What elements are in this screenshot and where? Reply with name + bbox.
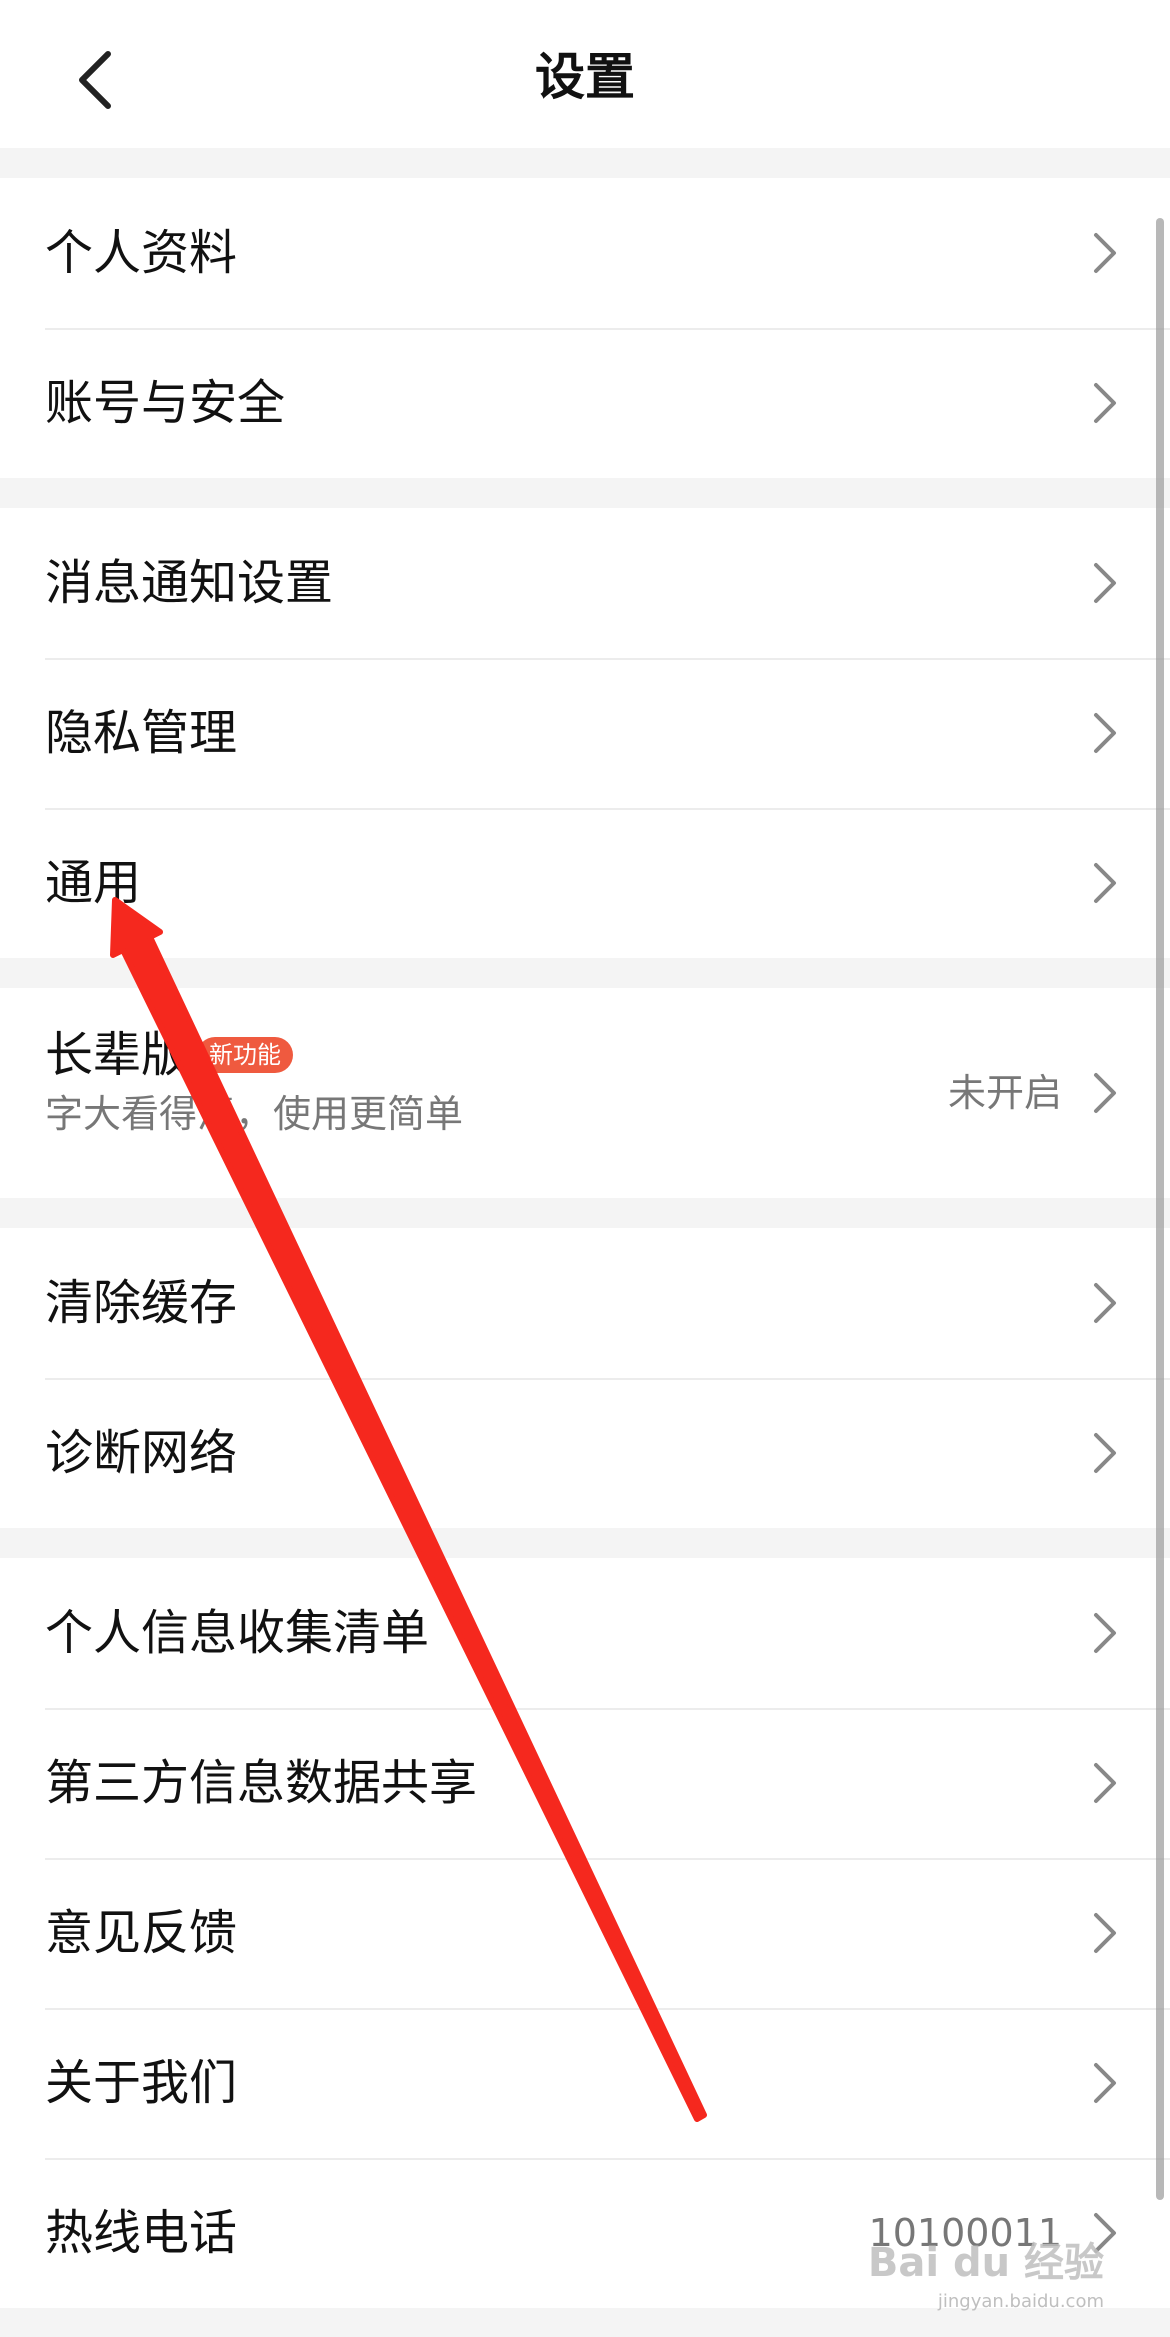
settings-item-label: 长辈版 新功能 — [45, 1020, 294, 1090]
chevron-right-icon — [1094, 1433, 1116, 1473]
settings-item-label: 热线电话 — [45, 2205, 238, 2261]
settings-item-label: 个人信息收集清单 — [45, 1605, 430, 1661]
settings-item-profile[interactable]: 个人资料 — [0, 178, 1170, 328]
settings-item-label: 清除缓存 — [45, 1275, 238, 1331]
elder-mode-title: 长辈版 — [45, 1027, 190, 1083]
scrollbar[interactable] — [1156, 218, 1164, 2200]
settings-item-clear-cache[interactable]: 清除缓存 — [0, 1228, 1170, 1378]
settings-item-privacy[interactable]: 隐私管理 — [0, 658, 1170, 808]
chevron-right-icon — [1094, 383, 1116, 423]
settings-item-label: 个人资料 — [45, 225, 238, 281]
settings-item-third-party-sharing[interactable]: 第三方信息数据共享 — [0, 1708, 1170, 1858]
settings-group-info: 个人信息收集清单 第三方信息数据共享 意见反馈 关于我们 热线电话 101000… — [0, 1558, 1170, 2308]
settings-group-notifications: 消息通知设置 隐私管理 通用 — [0, 508, 1170, 958]
chevron-right-icon — [1094, 863, 1116, 903]
settings-item-diagnose-network[interactable]: 诊断网络 — [0, 1378, 1170, 1528]
settings-item-label: 第三方信息数据共享 — [45, 1755, 478, 1811]
chevron-right-icon — [1094, 1283, 1116, 1323]
chevron-right-icon — [1094, 1763, 1116, 1803]
settings-item-elder-mode[interactable]: 长辈版 新功能 字大看得清，使用更简单 未开启 — [0, 988, 1170, 1198]
settings-item-subtitle: 字大看得清，使用更简单 — [45, 1092, 464, 1136]
chevron-right-icon — [1094, 1913, 1116, 1953]
chevron-right-icon — [1094, 713, 1116, 753]
chevron-right-icon — [1094, 233, 1116, 273]
settings-item-account-security[interactable]: 账号与安全 — [0, 328, 1170, 478]
settings-item-label: 隐私管理 — [45, 705, 238, 761]
settings-item-notifications[interactable]: 消息通知设置 — [0, 508, 1170, 658]
settings-item-feedback[interactable]: 意见反馈 — [0, 1858, 1170, 2008]
settings-item-label: 通用 — [45, 855, 142, 911]
settings-item-about[interactable]: 关于我们 — [0, 2008, 1170, 2158]
chevron-right-icon — [1094, 1073, 1116, 1113]
settings-item-label: 诊断网络 — [45, 1425, 238, 1481]
app-header: 设置 — [0, 0, 1170, 148]
chevron-right-icon — [1094, 1613, 1116, 1653]
settings-group-maintenance: 清除缓存 诊断网络 — [0, 1228, 1170, 1528]
settings-item-label: 账号与安全 — [45, 375, 286, 431]
new-feature-badge: 新功能 — [197, 1037, 294, 1073]
watermark-url: jingyan.baidu.com — [937, 2291, 1104, 2312]
settings-item-general[interactable]: 通用 — [0, 808, 1170, 958]
chevron-right-icon — [1094, 2063, 1116, 2103]
settings-item-value: 未开启 — [947, 1071, 1062, 1115]
settings-item-info-collection[interactable]: 个人信息收集清单 — [0, 1558, 1170, 1708]
settings-item-label: 意见反馈 — [45, 1905, 238, 1961]
chevron-right-icon — [1094, 563, 1116, 603]
settings-group-profile: 个人资料 账号与安全 — [0, 178, 1170, 478]
settings-item-label: 消息通知设置 — [45, 555, 334, 611]
settings-group-elder-mode: 长辈版 新功能 字大看得清，使用更简单 未开启 — [0, 988, 1170, 1198]
page-title: 设置 — [535, 48, 635, 106]
baidu-watermark: Bai du 经验 jingyan.baidu.com — [868, 2238, 1104, 2324]
watermark-text: Bai du 经验 — [867, 2240, 1104, 2286]
settings-item-label: 关于我们 — [45, 2055, 238, 2111]
